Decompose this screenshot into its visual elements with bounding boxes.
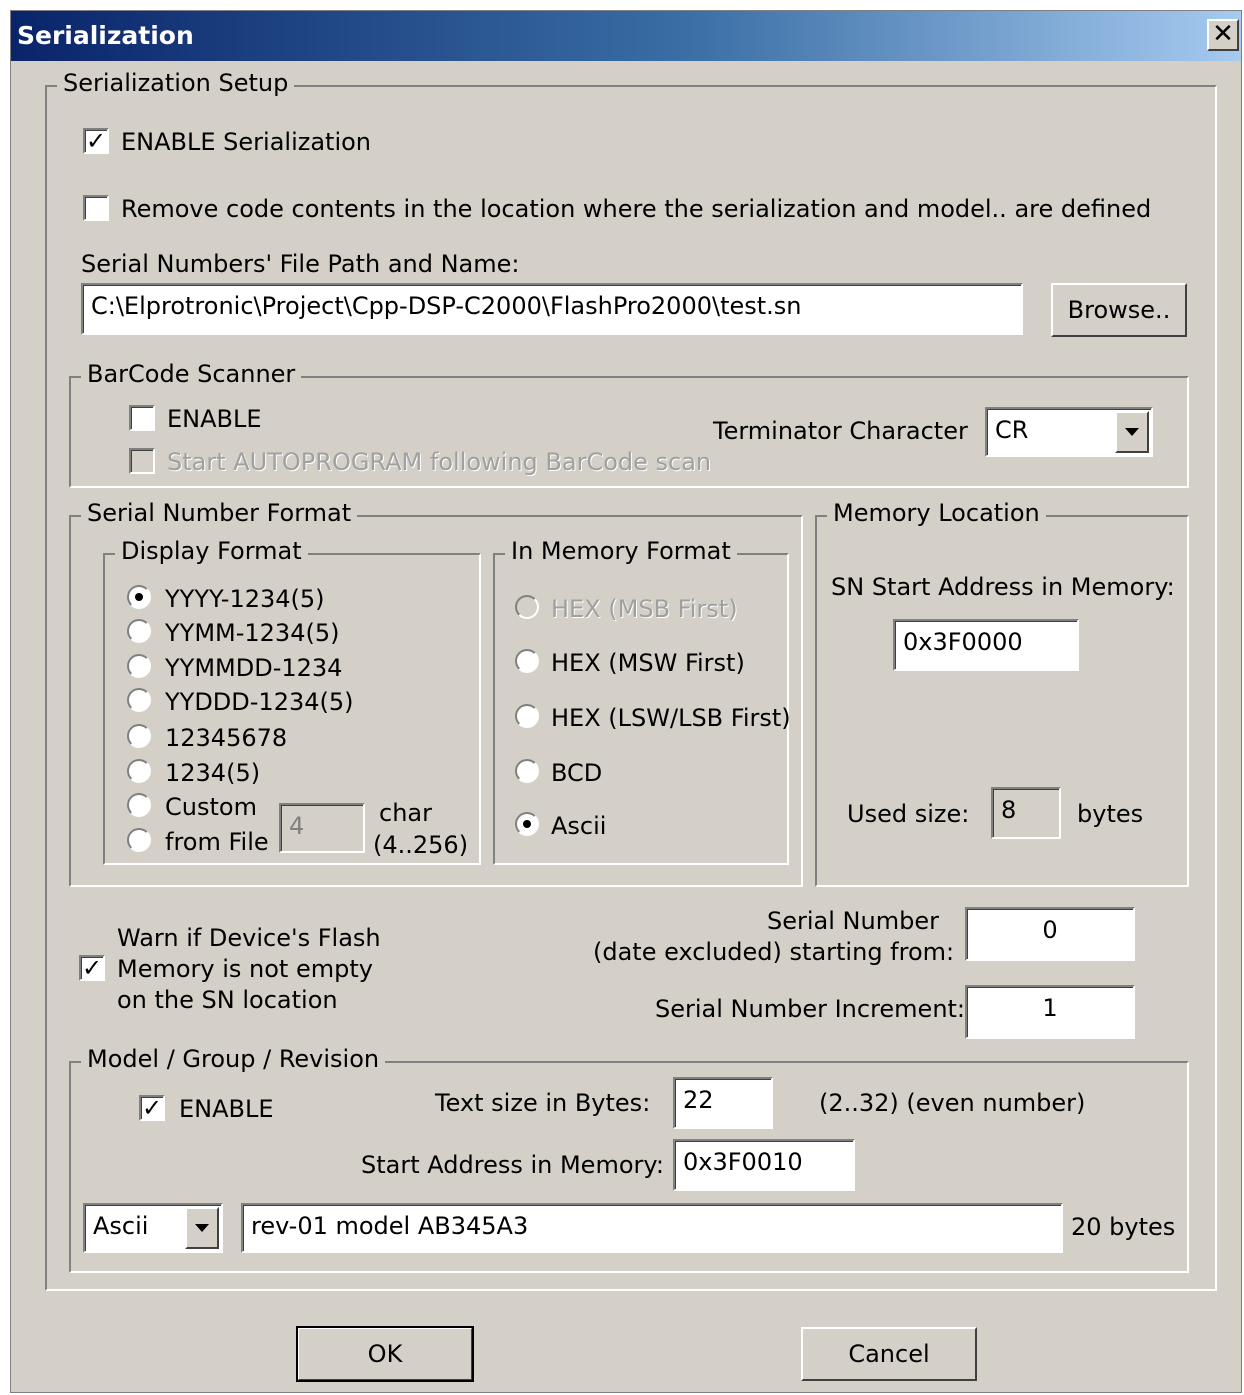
used-size-unit: bytes <box>1077 800 1144 828</box>
autoprogram-label: Start AUTOPROGRAM following BarCode scan <box>167 448 712 476</box>
barcode-enable-label: ENABLE <box>167 405 262 433</box>
memory-radio-ascii[interactable] <box>515 812 539 836</box>
checkmark-icon: ✓ <box>81 954 103 982</box>
display-radio-12345678[interactable] <box>127 724 151 748</box>
warn-not-empty-checkbox[interactable]: ✓ <box>79 955 105 981</box>
chevron-down-icon <box>195 1224 209 1232</box>
encoding-dropdown-button[interactable] <box>185 1207 219 1249</box>
barcode-legend: BarCode Scanner <box>81 360 302 388</box>
memory-option-label: Ascii <box>551 812 607 840</box>
sn-start-address-input[interactable]: 0x3F0000 <box>893 619 1079 671</box>
radio-dot <box>523 820 531 828</box>
display-format-legend: Display Format <box>115 537 308 565</box>
model-text-input[interactable]: rev-01 model AB345A3 <box>241 1203 1063 1253</box>
enable-serialization-checkbox[interactable]: ✓ <box>83 128 109 154</box>
model-enable-label: ENABLE <box>179 1095 274 1123</box>
text-size-input[interactable]: 22 <box>673 1077 773 1129</box>
close-button[interactable]: ✕ <box>1207 19 1239 51</box>
memory-option-label: HEX (LSW/LSB First) <box>551 704 791 732</box>
model-legend: Model / Group / Revision <box>81 1045 386 1073</box>
format-legend: Serial Number Format <box>81 499 358 527</box>
terminator-dropdown-button[interactable] <box>1115 411 1149 453</box>
memory-option-label: HEX (MSW First) <box>551 649 745 677</box>
radio-dot <box>135 593 143 601</box>
display-radio-custom[interactable] <box>127 793 151 817</box>
model-enable-checkbox[interactable]: ✓ <box>139 1095 165 1121</box>
custom-length-input: 4 <box>279 803 365 853</box>
ok-button[interactable]: OK <box>296 1326 474 1382</box>
encoding-select[interactable]: Ascii <box>83 1203 223 1253</box>
used-size-label: Used size: <box>847 800 970 828</box>
terminator-select[interactable]: CR <box>985 407 1153 457</box>
terminator-label: Terminator Character <box>713 417 968 445</box>
display-option-label: from File <box>165 828 269 856</box>
cancel-button[interactable]: Cancel <box>801 1327 977 1381</box>
used-size-value: 8 <box>991 787 1061 839</box>
memory-option-label: BCD <box>551 759 603 787</box>
setup-legend: Serialization Setup <box>57 69 295 97</box>
serial-increment-label: Serial Number Increment: <box>655 995 966 1023</box>
encoding-value: Ascii <box>93 1212 149 1240</box>
char-range-label: (4..256) <box>373 831 469 859</box>
window-title: Serialization <box>17 21 194 50</box>
serialization-dialog: Serialization ✕ Serialization Setup ✓ EN… <box>10 10 1242 1393</box>
display-option-label: YYMMDD-1234 <box>165 654 343 682</box>
checkmark-icon: ✓ <box>85 127 107 155</box>
terminator-value: CR <box>995 416 1029 444</box>
barcode-enable-checkbox[interactable] <box>129 405 155 431</box>
model-start-address-label: Start Address in Memory: <box>361 1151 664 1179</box>
memory-radio-hex-msb <box>515 595 539 619</box>
display-radio-yyyy[interactable] <box>127 585 151 609</box>
text-size-hint: (2..32) (even number) <box>819 1089 1086 1117</box>
display-radio-1234[interactable] <box>127 759 151 783</box>
memory-radio-hex-lsw[interactable] <box>515 704 539 728</box>
file-path-input[interactable]: C:\Elprotronic\Project\Cpp-DSP-C2000\Fla… <box>81 283 1023 335</box>
display-option-label: Custom <box>165 793 257 821</box>
file-path-label: Serial Numbers' File Path and Name: <box>81 250 520 278</box>
warn-label-line3: on the SN location <box>117 986 338 1014</box>
display-radio-yymmdd[interactable] <box>127 654 151 678</box>
checkmark-icon: ✓ <box>141 1094 163 1122</box>
display-option-label: 1234(5) <box>165 759 261 787</box>
display-radio-yyddd[interactable] <box>127 688 151 712</box>
remove-code-checkbox[interactable] <box>83 195 109 221</box>
serial-start-label-line2: (date excluded) starting from: <box>593 938 955 966</box>
display-option-label: 12345678 <box>165 724 288 752</box>
enable-serialization-label: ENABLE Serialization <box>121 128 372 156</box>
memory-radio-bcd[interactable] <box>515 759 539 783</box>
close-icon: ✕ <box>1212 19 1234 49</box>
char-label: char <box>379 799 432 827</box>
memory-format-legend: In Memory Format <box>505 537 737 565</box>
display-option-label: YYMM-1234(5) <box>165 619 340 647</box>
chevron-down-icon <box>1125 428 1139 436</box>
memory-location-legend: Memory Location <box>827 499 1046 527</box>
warn-label-line2: Memory is not empty <box>117 955 373 983</box>
serial-increment-input[interactable]: 1 <box>965 985 1135 1039</box>
model-start-address-input[interactable]: 0x3F0010 <box>673 1139 855 1191</box>
serial-start-label-line1: Serial Number <box>767 907 939 935</box>
serial-start-input[interactable]: 0 <box>965 907 1135 961</box>
text-size-label: Text size in Bytes: <box>435 1089 651 1117</box>
model-bytes-label: 20 bytes <box>1071 1213 1176 1241</box>
title-bar: Serialization ✕ <box>11 11 1241 61</box>
display-radio-from-file[interactable] <box>127 828 151 852</box>
remove-code-label: Remove code contents in the location whe… <box>121 195 1152 223</box>
memory-option-label: HEX (MSB First) <box>551 595 738 623</box>
display-option-label: YYDDD-1234(5) <box>165 688 354 716</box>
display-radio-yymm[interactable] <box>127 619 151 643</box>
memory-radio-hex-msw[interactable] <box>515 649 539 673</box>
browse-button[interactable]: Browse.. <box>1051 283 1187 337</box>
autoprogram-checkbox <box>129 448 155 474</box>
warn-label-line1: Warn if Device's Flash <box>117 924 381 952</box>
display-option-label: YYYY-1234(5) <box>165 585 325 613</box>
sn-start-address-label: SN Start Address in Memory: <box>831 573 1175 601</box>
